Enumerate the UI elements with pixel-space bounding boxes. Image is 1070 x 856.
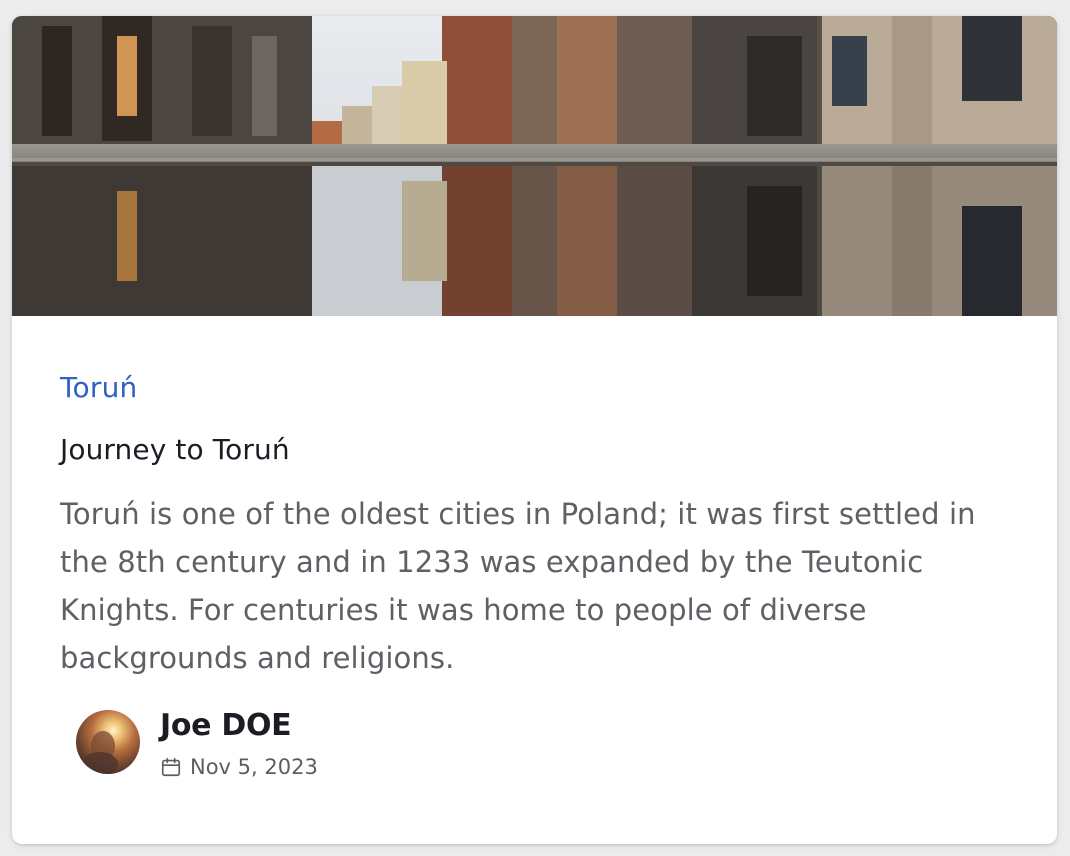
post-card[interactable]: Toruń Journey to Toruń Toruń is one of t… (12, 16, 1057, 844)
author-section: Joe DOE Nov 5, 2023 (76, 708, 676, 780)
hero-image (12, 16, 1057, 316)
calendar-icon (161, 757, 181, 777)
post-title[interactable]: Journey to Toruń (60, 430, 1009, 470)
post-description: Toruń is one of the oldest cities in Pol… (60, 497, 976, 675)
date-label: Nov 5, 2023 (190, 755, 318, 779)
avatar[interactable] (76, 710, 140, 774)
post-category[interactable]: Toruń (60, 368, 1009, 408)
post-body: Toruń Journey to Toruń Toruń is one of t… (60, 368, 1009, 682)
publish-date: Nov 5, 2023 (160, 754, 318, 780)
author-name[interactable]: Joe DOE (160, 708, 292, 744)
